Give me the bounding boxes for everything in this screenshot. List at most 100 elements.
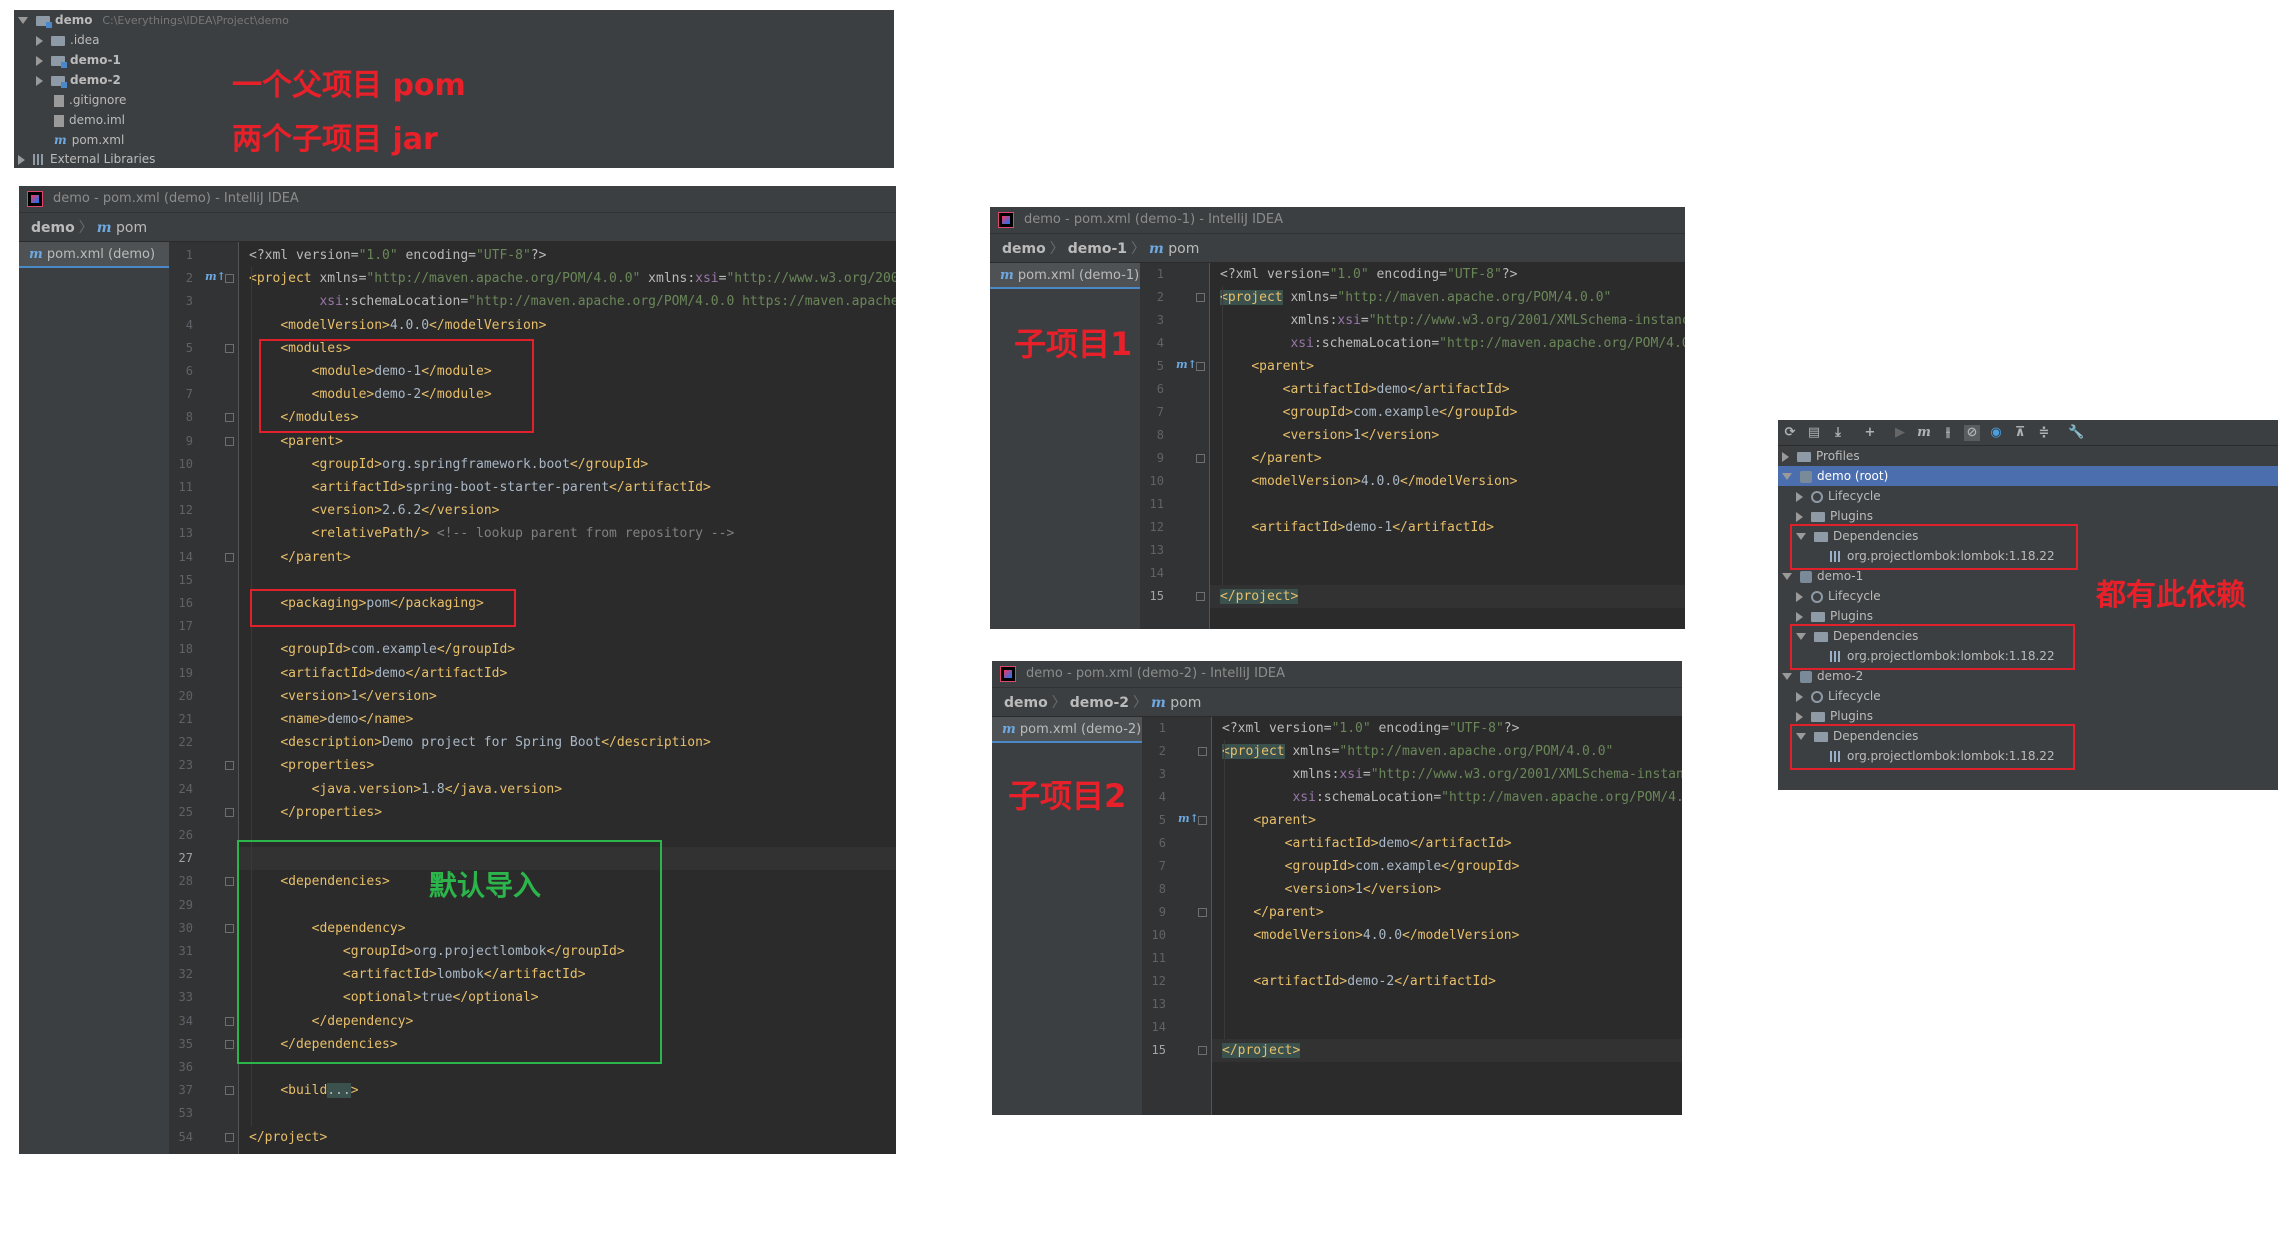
fold-toggle-icon[interactable] — [225, 761, 234, 771]
maven-profiles[interactable]: Profiles — [1778, 446, 2278, 466]
expand-all-icon[interactable]: ≑ — [2036, 425, 2052, 441]
breadcrumb-project[interactable]: demo — [1002, 241, 1046, 257]
expand-arrow-icon[interactable] — [1796, 711, 1803, 722]
expand-arrow-icon[interactable] — [1796, 611, 1803, 622]
profiles-icon — [1797, 451, 1811, 462]
breadcrumb-file[interactable]: pom — [1170, 695, 1201, 711]
fold-toggle-icon[interactable] — [225, 436, 234, 446]
line-number: 11 — [1151, 951, 1166, 965]
line-number: 15 — [178, 572, 193, 587]
expand-arrow-icon[interactable] — [1782, 451, 1789, 462]
lifecycle-label: Lifecycle — [1828, 689, 1881, 703]
maven-icon: m — [96, 220, 112, 236]
download-icon[interactable]: ⤓ — [1830, 425, 1846, 441]
tree-item-label: demo-2 — [70, 73, 121, 87]
expand-arrow-icon[interactable] — [36, 55, 43, 66]
expand-arrow-icon[interactable] — [1796, 591, 1803, 602]
fold-toggle-icon[interactable] — [1198, 747, 1207, 756]
maven-gutter-icon[interactable]: m↑ — [205, 270, 226, 283]
plus-icon[interactable]: + — [1862, 425, 1878, 441]
lifecycle-icon — [1811, 590, 1823, 603]
expand-arrow-icon[interactable] — [1782, 573, 1792, 580]
fold-toggle-icon[interactable] — [225, 552, 234, 562]
line-number: 13 — [1149, 543, 1164, 557]
tree-root-label: demo — [55, 13, 93, 27]
add-folder-icon[interactable]: ▤ — [1806, 425, 1822, 441]
toggle-offline-icon[interactable]: ⫲ — [1940, 425, 1956, 441]
tree-item-demo-iml[interactable]: demo.iml — [54, 110, 125, 130]
maven-plugins[interactable]: Plugins — [1778, 506, 2278, 526]
line-number: 12 — [1151, 974, 1166, 988]
line-number: 5 — [1156, 359, 1164, 373]
line-number: 8 — [185, 410, 193, 425]
expand-arrow-icon[interactable] — [1796, 691, 1803, 702]
fold-toggle-icon[interactable] — [1198, 816, 1207, 825]
editor-tab-pom-demo[interactable]: m pom.xml (demo) — [19, 242, 169, 268]
show-dependencies-icon[interactable]: ◉ — [1988, 425, 2004, 441]
fold-toggle-icon[interactable] — [225, 877, 234, 887]
tree-item-idea[interactable]: .idea — [36, 30, 100, 50]
breadcrumb-file[interactable]: pom — [1168, 241, 1199, 257]
line-number: 1 — [185, 248, 193, 262]
wrench-icon[interactable]: 🔧 — [2068, 425, 2084, 441]
fold-toggle-icon[interactable] — [225, 807, 234, 817]
breadcrumb-module[interactable]: demo-1 — [1068, 241, 1127, 257]
breadcrumb-module[interactable]: demo-2 — [1070, 695, 1129, 711]
fold-toggle-icon[interactable] — [225, 274, 234, 284]
fold-toggle-icon[interactable] — [225, 1039, 234, 1049]
code-line: <artifactId>demo</artifactId> — [1282, 382, 1510, 397]
fold-toggle-icon[interactable] — [1196, 592, 1205, 601]
tree-item-external-libraries[interactable]: External Libraries — [18, 149, 155, 168]
maven-module-icon — [1800, 670, 1812, 683]
maven-gutter-icon[interactable]: m↑ — [1176, 358, 1197, 371]
chevron-right-icon: 〉 — [1131, 241, 1146, 257]
tree-item-gitignore[interactable]: .gitignore — [54, 90, 126, 110]
fold-toggle-icon[interactable] — [225, 413, 234, 423]
fold-toggle-icon[interactable] — [1196, 362, 1205, 371]
fold-toggle-icon[interactable] — [1196, 454, 1205, 463]
expand-arrow-icon[interactable] — [1782, 673, 1792, 680]
maven-lifecycle[interactable]: Lifecycle — [1778, 686, 2278, 706]
fold-toggle-icon[interactable] — [225, 1086, 234, 1096]
expand-arrow-icon[interactable] — [36, 75, 43, 86]
collapse-all-icon[interactable]: ⊼ — [2012, 425, 2028, 441]
maven-plugins[interactable]: Plugins — [1778, 706, 2278, 726]
fold-toggle-icon[interactable] — [1198, 908, 1207, 917]
editor-tab-pom-demo-1[interactable]: m pom.xml (demo-1)× — [990, 263, 1154, 289]
fold-toggle-icon[interactable] — [1198, 1046, 1207, 1055]
fold-toggle-icon[interactable] — [225, 923, 234, 933]
tree-item-demo-1[interactable]: demo-1 — [36, 50, 121, 70]
skip-tests-icon[interactable]: ⊘ — [1964, 425, 1980, 441]
expand-arrow-icon[interactable] — [18, 17, 28, 24]
code-editor[interactable]: <?xml version="1.0" encoding="UTF-8"?> <p… — [1210, 263, 1685, 629]
code-editor[interactable]: <?xml version="1.0" encoding="UTF-8"?> <p… — [1212, 717, 1682, 1115]
expand-arrow-icon[interactable] — [36, 35, 43, 46]
reload-icon[interactable]: ⟳ — [1782, 425, 1798, 441]
fold-toggle-icon[interactable] — [225, 343, 234, 353]
editor-tab-pom-demo-2[interactable]: m pom.xml (demo-2)× — [992, 717, 1156, 743]
expand-arrow-icon[interactable] — [18, 154, 25, 165]
maven-project-0[interactable]: demo (root) — [1778, 466, 2278, 486]
fold-toggle-icon[interactable] — [225, 1016, 234, 1026]
tree-item-pom-xml[interactable]: m pom.xml — [54, 130, 124, 150]
expand-arrow-icon[interactable] — [1796, 491, 1803, 502]
breadcrumb-file[interactable]: pom — [116, 220, 147, 236]
breadcrumb-project[interactable]: demo — [1004, 695, 1048, 711]
tree-item-demo-2[interactable]: demo-2 — [36, 70, 121, 90]
run-icon[interactable]: ▶ — [1892, 425, 1908, 441]
breadcrumb-project[interactable]: demo — [31, 220, 75, 236]
line-number: 6 — [185, 364, 193, 378]
fold-toggle-icon[interactable] — [225, 1132, 234, 1142]
code-line: <parent> — [1251, 359, 1314, 374]
line-number: 26 — [178, 828, 193, 842]
code-line: <?xml version="1.0" encoding="UTF-8"?> — [1220, 267, 1518, 282]
line-number: 9 — [1158, 905, 1166, 919]
maven-goal-icon[interactable]: m — [1916, 425, 1932, 441]
expand-arrow-icon[interactable] — [1782, 473, 1792, 480]
expand-arrow-icon[interactable] — [1796, 511, 1803, 522]
maven-gutter-icon[interactable]: m↑ — [1178, 812, 1199, 825]
tree-root[interactable]: demo C:\Everythings\IDEA\Project\demo — [18, 10, 289, 30]
fold-toggle-icon[interactable] — [1196, 293, 1205, 302]
maven-lifecycle[interactable]: Lifecycle — [1778, 486, 2278, 506]
